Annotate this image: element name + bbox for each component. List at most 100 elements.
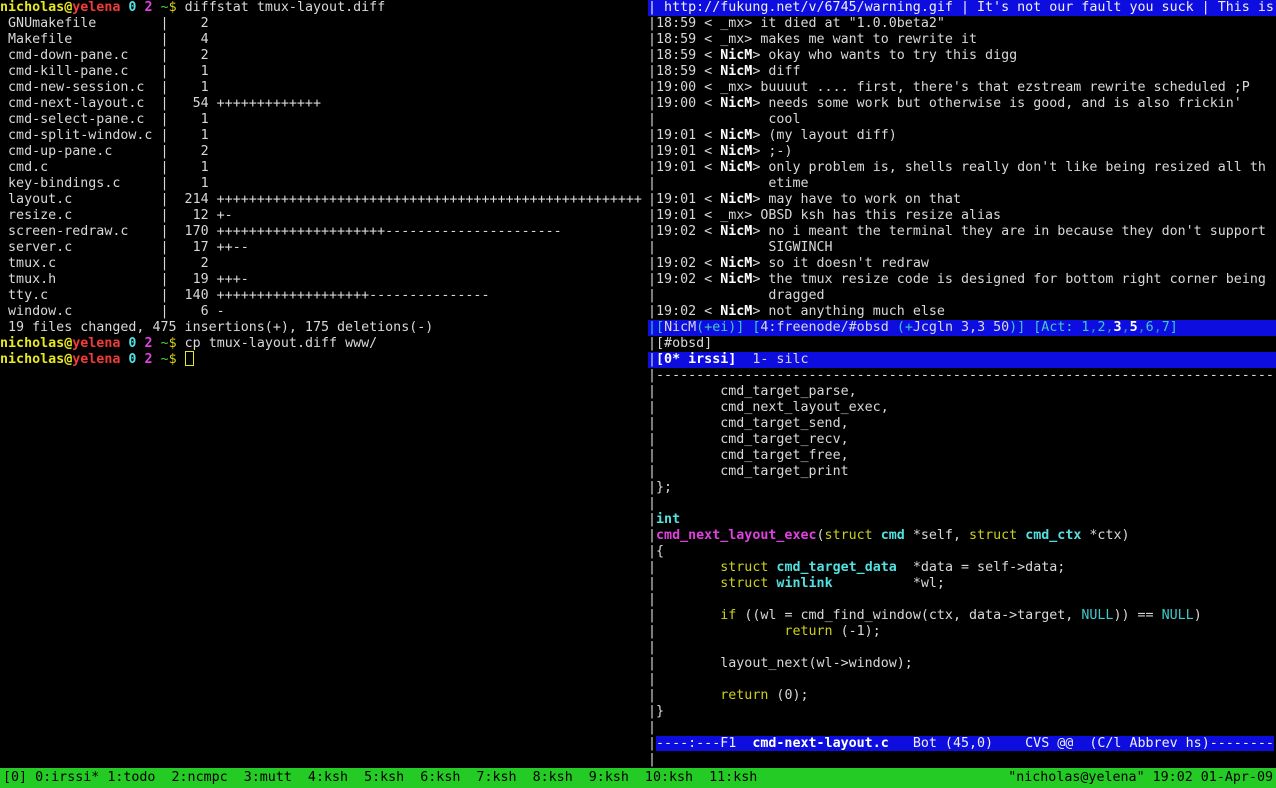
text-segment: cmd-new-session.c | 1 [0, 80, 209, 95]
text-segment: 5 [1130, 320, 1138, 335]
text-segment: ~ [161, 0, 169, 15]
text-segment: cmd_next_layout_exec, [656, 400, 889, 415]
text-segment: Act: [1041, 320, 1081, 335]
text-segment: , [1106, 320, 1114, 335]
terminal-row: cmd-up-pane.c | 2 [0, 144, 648, 160]
text-segment: | [648, 480, 656, 495]
terminal-row: |19:01 < NicM> may have to work on that [648, 192, 1276, 208]
text-segment: Bot (45,0) CVS @@ (C/l Abbrev hs)-------… [889, 736, 1274, 751]
text-segment: cmd.c | 1 [0, 160, 209, 175]
terminal-row: | http://fukung.net/v/6745/warning.gif |… [648, 0, 1276, 16]
text-segment: 19:01 < [656, 144, 720, 159]
text-segment: cmd-split-window.c | 1 [0, 128, 209, 143]
terminal-row: |19:00 < _mx> buuuut .... first, there's… [648, 80, 1276, 96]
text-segment: | [648, 720, 656, 735]
text-segment: | [648, 96, 656, 111]
terminal-row: cmd.c | 1 [0, 160, 648, 176]
text-segment [736, 352, 752, 367]
text-segment: | [648, 32, 656, 47]
text-segment: cmd-kill-pane.c | 1 [0, 64, 209, 79]
irc-editor-pane[interactable]: | http://fukung.net/v/6745/warning.gif |… [648, 0, 1276, 768]
text-segment: cmd_target_recv, [656, 432, 849, 447]
text-segment: 19:02 < [656, 224, 720, 239]
text-segment: 6 [1146, 320, 1154, 335]
text-segment: $ [169, 352, 177, 367]
text-segment: | [648, 432, 656, 447]
terminal-row: Makefile | 4 [0, 32, 648, 48]
text-segment: | [648, 208, 656, 223]
text-segment: 18:59 < _mx> makes me want to rewrite it [656, 32, 977, 47]
terminal-row: 19 files changed, 475 insertions(+), 175… [0, 320, 648, 336]
text-segment: | [648, 400, 656, 415]
text-segment: | [648, 320, 656, 335]
text-segment: struct [825, 528, 873, 543]
text-segment: | [648, 512, 656, 527]
shell-pane[interactable]: nicholas@yelena 0 2 ~$ diffstat tmux-lay… [0, 0, 648, 768]
text-segment: cmd [881, 528, 905, 543]
text-segment: | [648, 528, 656, 543]
text-segment: nicholas@ [0, 0, 72, 15]
text-segment: 19:02 < [656, 304, 720, 319]
text-segment: | [648, 384, 656, 399]
terminal-row: | cmd_next_layout_exec, [648, 400, 1276, 416]
status-bar-window-list[interactable]: [0] 0:irssi* 1:todo 2:ncmpc 3:mutt 4:ksh… [0, 768, 760, 788]
terminal-row: | return (-1); [648, 624, 1276, 640]
text-segment: > so it doesn't redraw [752, 256, 929, 271]
text-segment [153, 0, 161, 15]
text-segment: 7 [1162, 320, 1170, 335]
text-segment: | [648, 640, 656, 655]
text-segment: yelena [72, 352, 120, 367]
text-segment: NicM [720, 192, 752, 207]
text-segment: > ;-) [752, 144, 792, 159]
text-segment: | [648, 112, 656, 127]
terminal-row: resize.c | 12 +- [0, 208, 648, 224]
text-segment: *ctx) [1081, 528, 1129, 543]
terminal-row: cmd-next-layout.c | 54 +++++++++++++ [0, 96, 648, 112]
terminal-row: | cmd_target_parse, [648, 384, 1276, 400]
terminal-row: cmd-split-window.c | 1 [0, 128, 648, 144]
text-segment: ~ [161, 336, 169, 351]
text-segment: 4:freenode/#obsd [760, 320, 896, 335]
text-segment [656, 576, 720, 591]
terminal-row: nicholas@yelena 0 2 ~$ cp tmux-layout.di… [0, 336, 648, 352]
text-segment: winlink [776, 576, 832, 591]
terminal-row: |19:01 < NicM> ;-) [648, 144, 1276, 160]
text-segment: 18:59 < [656, 64, 720, 79]
text-segment: cmd_ctx [1025, 528, 1081, 543]
terminal-row: |19:01 < NicM> only problem is, shells r… [648, 160, 1276, 176]
text-segment: NicM [720, 256, 752, 271]
text-segment [177, 352, 185, 367]
terminal-row: |19:02 < NicM> no i meant the terminal t… [648, 224, 1276, 240]
text-segment: | [648, 304, 656, 319]
terminal-row: | dragged [648, 288, 1276, 304]
text-segment: | [648, 368, 656, 383]
terminal-row: tmux.c | 2 [0, 256, 648, 272]
text-segment: | [648, 560, 656, 575]
terminal-screen[interactable]: nicholas@yelena 0 2 ~$ diffstat tmux-lay… [0, 0, 1276, 788]
text-segment: | [648, 736, 656, 751]
text-segment: > okay who wants to try this digg [752, 48, 1017, 63]
text-segment: 2 [144, 352, 152, 367]
terminal-row: nicholas@yelena 0 2 ~$ diffstat tmux-lay… [0, 0, 648, 16]
text-segment: NULL [1081, 608, 1113, 623]
text-segment: ~ [161, 352, 169, 367]
text-segment: struct [720, 560, 768, 575]
text-segment: SIGWINCH [656, 240, 833, 255]
text-segment [656, 688, 720, 703]
text-segment: cmd-next-layout.c [752, 736, 888, 751]
text-segment: cp tmux-layout.diff www/ [177, 336, 378, 351]
text-segment: $ [169, 336, 177, 351]
terminal-row: |}; [648, 480, 1276, 496]
text-segment: , [1154, 320, 1162, 335]
text-segment: | [648, 64, 656, 79]
terminal-row: layout.c | 214 +++++++++++++++++++++++++… [0, 192, 648, 208]
terminal-row: | cmd_target_send, [648, 416, 1276, 432]
terminal-row: cmd-select-pane.c | 1 [0, 112, 648, 128]
terminal-row: | cmd_target_recv, [648, 432, 1276, 448]
text-segment: > no i meant the terminal they are in be… [752, 224, 1266, 239]
text-segment: 3 [1114, 320, 1122, 335]
text-segment: NicM [720, 96, 752, 111]
text-segment: NicM [720, 48, 752, 63]
text-segment: struct [720, 576, 768, 591]
text-segment: cool [656, 112, 800, 127]
